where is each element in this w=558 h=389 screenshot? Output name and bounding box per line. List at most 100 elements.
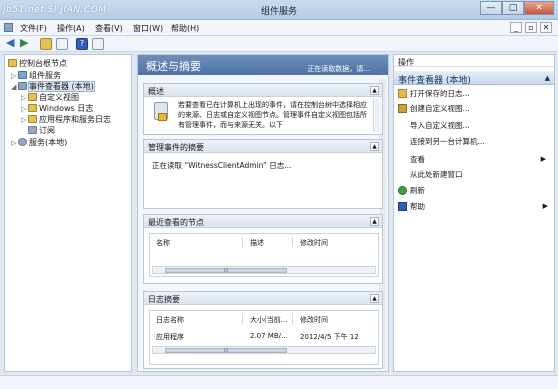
action-help[interactable]: 帮助 ▶: [398, 201, 552, 212]
help-icon[interactable]: ?: [76, 38, 88, 50]
window-title: 组件服务: [260, 7, 297, 17]
tree-item-app-service-logs[interactable]: ▷ 应用程序和服务日志: [21, 114, 111, 125]
app-menu-icon[interactable]: [4, 23, 13, 32]
column-header-name[interactable]: 名称: [156, 238, 170, 248]
section-title: 事件查看器 (本地): [398, 76, 471, 86]
action-open-saved-log[interactable]: 打开保存的日志...: [398, 88, 470, 99]
overview-header: 概述与摘要 正在读取数据，请...: [138, 55, 388, 75]
tree-item-component-services[interactable]: ▷ 组件服务: [11, 70, 61, 81]
admin-events-panel: 管理事件的摘要 ▲ 正在读取 “WitnessClientAdmin” 日志..…: [143, 139, 383, 209]
overview-scrollbar[interactable]: [373, 98, 381, 132]
action-import-custom-view[interactable]: 导入自定义视图...: [410, 120, 470, 131]
action-label: 从此处新建窗口: [410, 170, 463, 179]
action-view[interactable]: 查看 ▶: [410, 154, 550, 165]
scroll-thumb[interactable]: III: [165, 268, 287, 274]
tree-item-event-viewer[interactable]: ◢ 事件查看器 (本地): [11, 81, 95, 92]
help-icon: [398, 202, 407, 211]
tree-item-label: 事件查看器 (本地): [28, 81, 95, 92]
menu-bar: 文件(F) 操作(A) 查看(V) 窗口(W) 帮助(H) _ ▫ ✕: [0, 20, 558, 36]
back-arrow-icon[interactable]: ◀: [6, 37, 14, 49]
collapse-button[interactable]: ▲: [370, 294, 379, 303]
action-connect-computer[interactable]: 连接到另一台计算机...: [410, 136, 485, 147]
log-size-cell: 2.07 MB/...: [250, 332, 288, 340]
panel-title: 管理事件的摘要: [148, 143, 204, 152]
menu-window[interactable]: 窗口(W): [133, 23, 163, 34]
menu-action[interactable]: 操作(A): [57, 23, 85, 34]
column-header-modified[interactable]: 修改时间: [300, 238, 328, 248]
recent-nodes-hscroll[interactable]: III: [152, 266, 376, 274]
status-bar: [0, 375, 558, 389]
tree-item-label: 服务(本地): [29, 138, 68, 147]
column-header-log-name[interactable]: 日志名称: [156, 315, 184, 325]
action-label: 查看: [410, 155, 425, 164]
scroll-thumb[interactable]: III: [165, 348, 287, 354]
collapse-button[interactable]: ▲: [370, 142, 379, 151]
mdi-minimize-button[interactable]: _: [510, 22, 522, 33]
overview-description: 若要查看已在计算机上出现的事件，请在控制台树中选择相应的来源、日志或自定义视图节…: [178, 101, 367, 129]
tree-item-label: 组件服务: [29, 71, 61, 80]
column-header-size[interactable]: 大小(当前...: [250, 315, 287, 325]
actions-section-event-viewer[interactable]: 事件查看器 (本地) ▲: [394, 71, 554, 86]
action-label: 刷新: [410, 186, 425, 195]
expand-arrow-icon[interactable]: ▷: [11, 72, 18, 80]
table-row[interactable]: 应用程序 2.07 MB/... 2012/4/5 下午 12: [150, 331, 378, 342]
tree-item-label: Windows 日志: [39, 104, 94, 113]
submenu-arrow-icon: ▶: [540, 155, 546, 163]
tree-item-services[interactable]: ▷ 服务(本地): [11, 137, 67, 148]
tree-item-windows-logs[interactable]: ▷ Windows 日志: [21, 103, 93, 114]
action-label: 创建自定义视图...: [410, 104, 470, 113]
action-refresh[interactable]: 刷新: [398, 185, 425, 196]
collapse-button[interactable]: ▲: [370, 86, 379, 95]
expand-arrow-icon[interactable]: ▷: [21, 94, 28, 102]
log-summary-hscroll[interactable]: III: [152, 346, 376, 354]
filter-icon: [398, 104, 407, 113]
page-title: 概述与摘要: [146, 60, 201, 73]
component-icon: [18, 71, 27, 79]
folder-open-icon: [398, 89, 407, 98]
actions-pane: 操作 事件查看器 (本地) ▲ 打开保存的日志... 创建自定义视图... 导入…: [393, 54, 555, 372]
expand-arrow-icon[interactable]: ▷: [21, 105, 28, 113]
action-label: 帮助: [410, 202, 425, 211]
menu-help[interactable]: 帮助(H): [171, 23, 199, 34]
action-create-custom-view[interactable]: 创建自定义视图...: [398, 103, 470, 114]
collapse-button[interactable]: ▲: [370, 217, 379, 226]
up-folder-icon[interactable]: [40, 38, 52, 50]
action-label: 连接到另一台计算机...: [410, 137, 485, 146]
folder-icon: [28, 104, 37, 112]
mdi-restore-button[interactable]: ▫: [525, 22, 537, 33]
collapse-arrow-icon[interactable]: ◢: [11, 83, 18, 91]
loading-status: 正在读取数据，请...: [307, 65, 370, 73]
event-viewer-icon: [18, 82, 27, 90]
log-name-cell: 应用程序: [156, 333, 184, 341]
panel-title: 最近查看的节点: [148, 218, 204, 227]
tree-item-console-root[interactable]: 控制台根节点: [8, 58, 67, 69]
tree-item-subscriptions[interactable]: 订阅: [28, 125, 55, 136]
folder-icon: [28, 115, 37, 123]
panel-title: 概述: [148, 87, 164, 96]
close-button[interactable]: ✕: [524, 1, 554, 15]
tree-item-label: 订阅: [39, 126, 55, 135]
menu-file[interactable]: 文件(F): [20, 23, 47, 34]
action-new-window[interactable]: 从此处新建窗口: [410, 169, 463, 180]
folder-icon: [28, 93, 37, 101]
console-tree: 控制台根节点 ▷ 组件服务 ◢ 事件查看器 (本地) ▷ 自定义视图 ▷ Windows…: [4, 54, 132, 372]
minimize-button[interactable]: —: [480, 1, 502, 15]
column-header-description[interactable]: 描述: [250, 238, 264, 248]
forward-arrow-icon[interactable]: ▶: [20, 37, 28, 49]
column-header-modified[interactable]: 修改时间: [300, 315, 328, 325]
expand-arrow-icon[interactable]: ▷: [21, 116, 28, 124]
mdi-close-button[interactable]: ✕: [540, 22, 552, 33]
collapse-arrow-icon[interactable]: ▲: [545, 74, 550, 82]
tree-item-label: 应用程序和服务日志: [39, 115, 111, 124]
log-summary-panel: 日志摘要 ▲ 日志名称 大小(当前... 修改时间 应用程序 2.07 MB/.…: [143, 291, 383, 369]
show-tree-icon[interactable]: [56, 38, 68, 50]
maximize-button[interactable]: □: [502, 1, 524, 15]
show-actions-icon[interactable]: [92, 38, 104, 50]
submenu-arrow-icon: ▶: [542, 202, 548, 210]
tree-item-custom-views[interactable]: ▷ 自定义视图: [21, 92, 79, 103]
menu-view[interactable]: 查看(V): [95, 23, 123, 34]
toolbar: ◀ ▶ ?: [0, 36, 558, 52]
expand-arrow-icon[interactable]: ▷: [11, 139, 18, 147]
log-modified-cell: 2012/4/5 下午 12: [300, 333, 359, 341]
action-label: 打开保存的日志...: [410, 89, 470, 98]
